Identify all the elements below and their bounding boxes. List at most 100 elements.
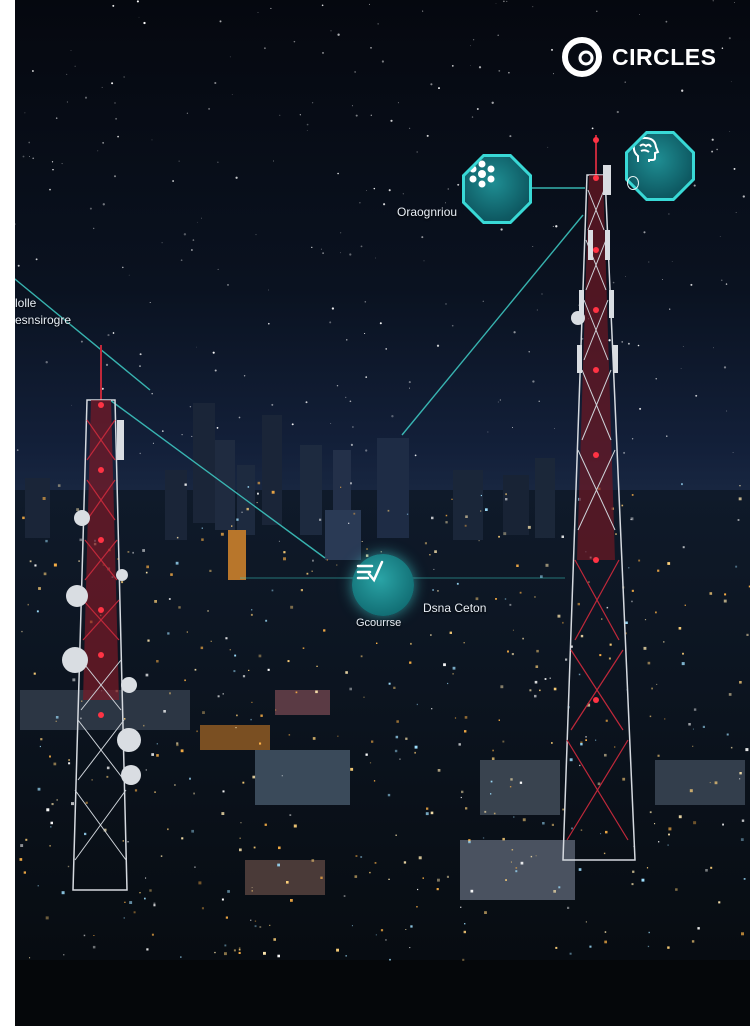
star: [666, 435, 668, 437]
star: [101, 387, 104, 390]
city-light: [91, 779, 93, 781]
city-light: [462, 958, 465, 961]
city-light: [578, 868, 582, 871]
star: [345, 396, 347, 399]
city-light: [50, 826, 52, 828]
city-light: [263, 951, 266, 955]
city-light: [201, 907, 204, 910]
star: [329, 321, 332, 324]
city-light: [42, 497, 46, 500]
city-light: [545, 563, 549, 567]
city-light: [406, 513, 409, 515]
city-light: [146, 948, 149, 951]
city-light: [348, 522, 350, 524]
star: [190, 249, 193, 251]
city-light: [251, 609, 253, 611]
city-light: [63, 954, 65, 956]
city-light: [628, 567, 630, 569]
city-light: [143, 724, 145, 727]
city-light: [349, 687, 352, 691]
city-light: [551, 742, 553, 744]
city-light: [194, 668, 197, 671]
city-light: [657, 569, 660, 572]
city-light: [345, 955, 347, 957]
city-light: [246, 507, 249, 511]
city-light: [369, 762, 372, 764]
city-light: [399, 758, 401, 760]
city-light: [286, 881, 289, 884]
city-light: [57, 484, 61, 487]
star: [712, 0, 714, 2]
city-light: [502, 740, 505, 743]
city-light: [29, 957, 31, 959]
city-light: [153, 902, 156, 905]
city-light: [269, 924, 271, 926]
city-light: [693, 821, 697, 825]
star: [445, 202, 446, 204]
city-light: [376, 642, 378, 644]
city-light: [682, 652, 684, 655]
star: [497, 401, 499, 403]
star: [191, 435, 193, 437]
city-light: [236, 714, 238, 717]
city-light: [238, 947, 241, 949]
city-light: [585, 921, 587, 923]
city-light: [522, 818, 526, 822]
city-light: [726, 733, 729, 736]
city-light: [336, 948, 339, 952]
city-light: [194, 866, 196, 868]
star: [695, 394, 698, 397]
city-light: [267, 668, 270, 671]
city-light: [504, 598, 507, 600]
city-light: [579, 764, 581, 767]
star: [426, 134, 429, 137]
city-light: [558, 886, 561, 889]
star: [532, 246, 534, 247]
star: [532, 6, 534, 8]
city-light: [49, 845, 51, 847]
city-light: [281, 775, 283, 777]
city-light: [601, 618, 603, 620]
star: [547, 146, 549, 148]
city-light: [38, 587, 41, 590]
star: [621, 341, 623, 343]
city-light: [289, 814, 292, 816]
city-light: [394, 749, 398, 753]
city-light: [638, 559, 641, 562]
star: [416, 151, 418, 153]
city-light: [649, 715, 652, 718]
star: [383, 203, 386, 206]
city-light: [231, 525, 233, 527]
city-light: [217, 695, 220, 698]
star: [532, 380, 535, 383]
city-light: [250, 919, 252, 921]
city-light: [252, 775, 256, 779]
sliders-check-icon: [352, 554, 414, 616]
city-light: [551, 823, 554, 826]
city-light: [300, 589, 303, 592]
star: [711, 150, 714, 153]
star: [293, 40, 296, 43]
city-light: [315, 690, 318, 694]
star: [320, 248, 322, 250]
city-light: [516, 564, 519, 567]
star: [447, 188, 449, 190]
city-light: [643, 646, 647, 650]
city-light: [275, 709, 277, 711]
city-light: [580, 634, 584, 638]
city-light: [271, 589, 274, 592]
city-light: [644, 619, 647, 621]
city-light: [510, 861, 512, 863]
star: [721, 279, 723, 281]
star: [238, 416, 241, 419]
city-light: [409, 947, 411, 949]
city-light: [468, 840, 471, 844]
data-center-sublabel: Gcourrse: [356, 617, 402, 629]
star: [66, 101, 68, 103]
star: [430, 83, 433, 86]
city-light: [682, 546, 685, 549]
city-light: [509, 603, 512, 606]
brand-logo: CIRCLES: [562, 36, 716, 78]
star: [16, 449, 19, 451]
city-light: [40, 738, 43, 741]
